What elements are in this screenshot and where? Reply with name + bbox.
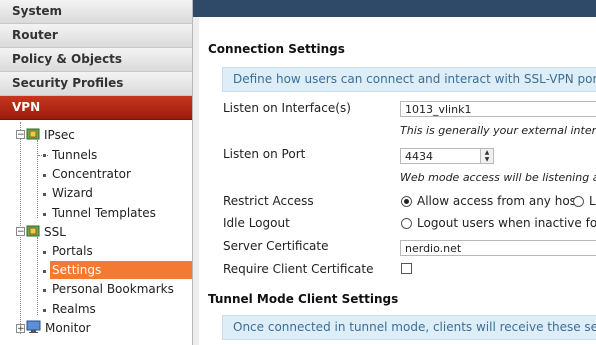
- tree-item-settings[interactable]: Settings: [50, 261, 192, 279]
- ssl-vpn-settings-panel: Connection Settings Define how users can…: [199, 17, 596, 345]
- connection-settings-header: Connection Settings: [208, 42, 345, 56]
- nav-section-system[interactable]: System: [0, 0, 192, 24]
- spin-up-icon[interactable]: ▲: [481, 149, 493, 156]
- tree-item-wizard[interactable]: Wizard: [52, 184, 93, 202]
- require-client-cert-label: Require Client Certificate: [223, 262, 374, 276]
- restrict-limit-radio[interactable]: [573, 196, 584, 207]
- tree-bullet: [43, 309, 46, 312]
- top-bar: [193, 0, 596, 17]
- require-client-cert-checkbox[interactable]: [401, 263, 412, 274]
- idle-logout-radio[interactable]: [401, 218, 412, 229]
- idle-logout-text: Logout users when inactive for s: [417, 216, 596, 230]
- tree-item-monitor[interactable]: Monitor: [45, 319, 91, 337]
- listen-interface-hint: This is generally your external interfa: [400, 124, 596, 137]
- tree-bullet: [43, 193, 46, 196]
- nav-section-security-profiles[interactable]: Security Profiles: [0, 72, 192, 96]
- left-navigation: System Router Policy & Objects Security …: [0, 0, 193, 345]
- tree-item-realms[interactable]: Realms: [52, 300, 96, 318]
- spin-down-icon[interactable]: ▼: [481, 156, 493, 163]
- tree-line: [37, 140, 38, 218]
- tunnel-mode-header: Tunnel Mode Client Settings: [208, 292, 399, 306]
- tree-item-tunnel-templates[interactable]: Tunnel Templates: [52, 204, 156, 222]
- idle-logout-label: Idle Logout: [223, 216, 290, 230]
- vpn-tree: − IPsec Tunnels Concentrator Wizard Tunn…: [0, 120, 192, 340]
- restrict-access-label: Restrict Access: [223, 194, 314, 208]
- tree-bullet: [43, 154, 46, 157]
- ipsec-tunnel-icon: [26, 128, 40, 140]
- expand-monitor-icon[interactable]: +: [16, 324, 25, 334]
- restrict-limit-text: L: [589, 194, 596, 208]
- listen-interface-field[interactable]: 1013_vlink1: [400, 101, 596, 117]
- tree-item-concentrator[interactable]: Concentrator: [52, 165, 131, 183]
- tree-bullet: [43, 213, 46, 216]
- listen-port-value: 4434: [405, 150, 433, 163]
- ssl-icon: [26, 225, 40, 237]
- server-certificate-select[interactable]: nerdio.net: [400, 240, 596, 256]
- port-spinner[interactable]: ▲ ▼: [480, 149, 493, 163]
- nav-section-router[interactable]: Router: [0, 24, 192, 48]
- tree-bullet: [43, 174, 46, 177]
- tree-item-portals[interactable]: Portals: [52, 242, 93, 260]
- tree-item-ipsec[interactable]: IPsec: [44, 126, 75, 144]
- tree-bullet: [43, 251, 46, 254]
- nav-section-vpn[interactable]: VPN: [0, 96, 192, 120]
- collapse-ssl-icon[interactable]: −: [16, 227, 25, 237]
- listen-interface-label: Listen on Interface(s): [223, 101, 351, 115]
- tree-item-ssl[interactable]: SSL: [44, 223, 66, 241]
- server-certificate-label: Server Certificate: [223, 239, 329, 253]
- tree-item-tunnels[interactable]: Tunnels: [52, 146, 97, 164]
- collapse-ipsec-icon[interactable]: −: [16, 130, 25, 140]
- restrict-any-host-radio[interactable]: [401, 196, 412, 207]
- tree-bullet: [43, 289, 46, 292]
- connection-info-box: Define how users can connect and interac…: [222, 67, 596, 92]
- nav-section-policy-objects[interactable]: Policy & Objects: [0, 48, 192, 72]
- listen-port-hint: Web mode access will be listening at: [400, 171, 596, 184]
- listen-port-field[interactable]: 4434 ▲ ▼: [400, 148, 494, 164]
- tunnel-info-box: Once connected in tunnel mode, clients w…: [222, 315, 596, 340]
- tree-line: [37, 237, 38, 315]
- tree-item-personal-bookmarks[interactable]: Personal Bookmarks: [52, 280, 174, 298]
- tree-bullet: [43, 270, 46, 273]
- listen-port-label: Listen on Port: [223, 147, 306, 161]
- restrict-any-host-text: Allow access from any host: [417, 194, 581, 208]
- monitor-icon: [26, 320, 41, 333]
